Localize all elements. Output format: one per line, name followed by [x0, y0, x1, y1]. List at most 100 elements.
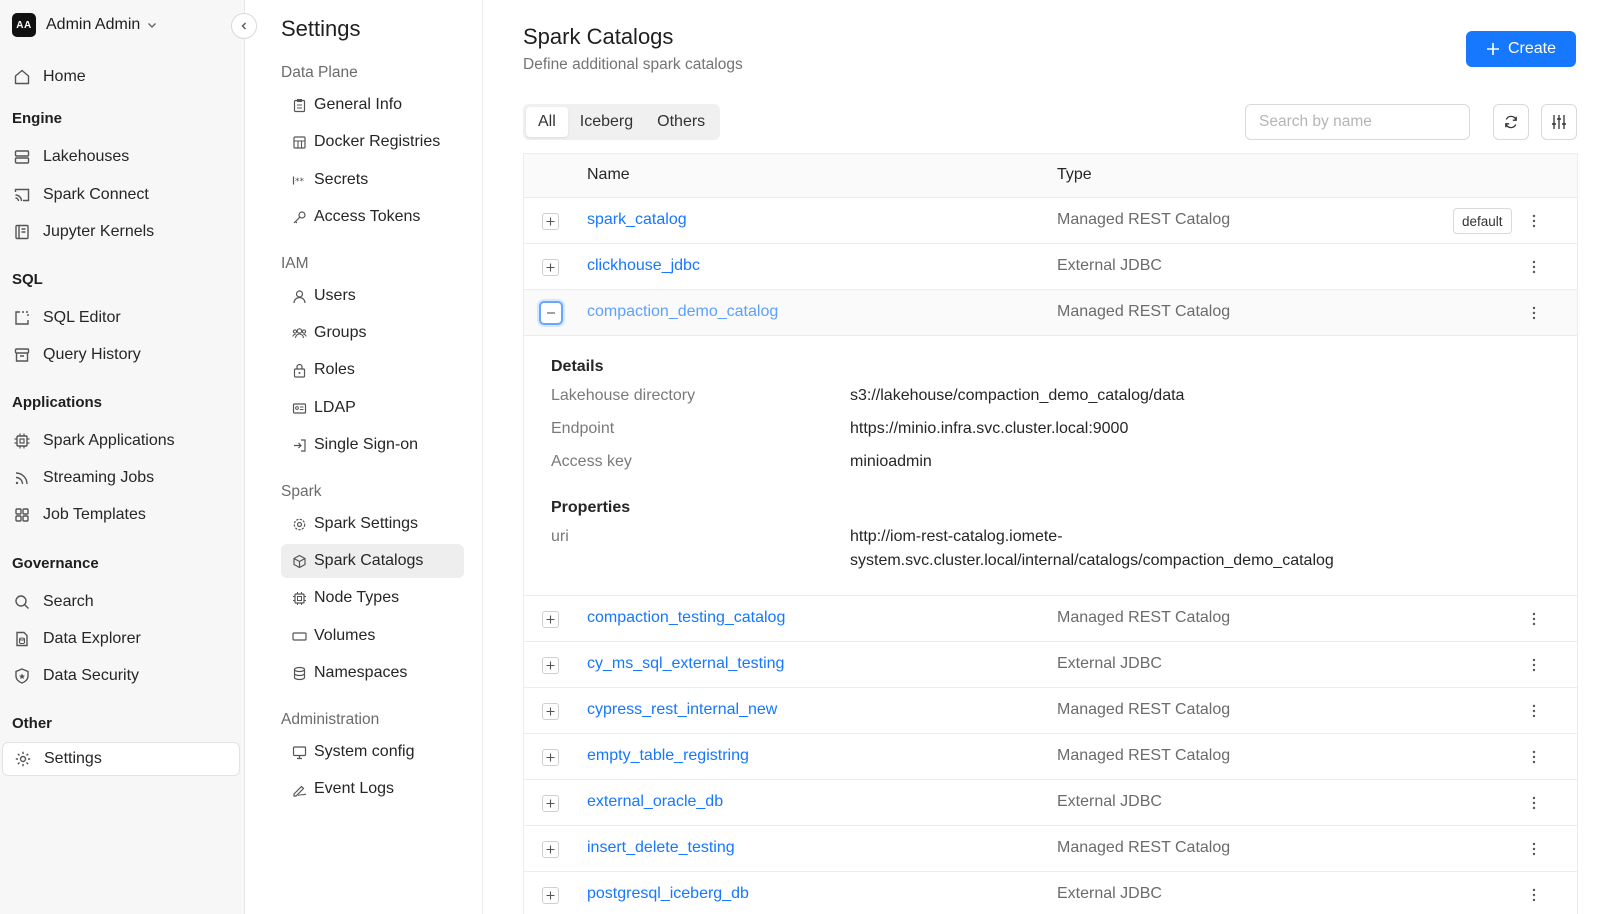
row-actions-button[interactable]	[1524, 210, 1544, 232]
catalog-name-link[interactable]: clickhouse_jdbc	[587, 257, 700, 275]
nav-section-governance: Governance	[12, 555, 99, 572]
chevron-down-icon	[146, 19, 158, 31]
nav-streaming-jobs[interactable]: Streaming Jobs	[0, 461, 240, 495]
refresh-button[interactable]	[1493, 104, 1529, 140]
nav-section-engine: Engine	[12, 110, 63, 127]
catalog-name-link[interactable]: compaction_testing_catalog	[587, 609, 785, 627]
nav-jupyter-kernels[interactable]: Jupyter Kernels	[0, 215, 240, 249]
nav-home-label: Home	[43, 68, 86, 85]
nav-query-history-label: Query History	[43, 346, 141, 363]
left-nav: AA Admin Admin Home Engine Lakehouses Sp…	[0, 0, 245, 914]
nav-query-history[interactable]: Query History	[0, 338, 240, 372]
registry-icon	[291, 134, 307, 150]
main-content: Spark Catalogs Define additional spark c…	[483, 0, 1600, 914]
catalog-name-link[interactable]: external_oracle_db	[587, 793, 723, 811]
nav-spark-connect[interactable]: Spark Connect	[0, 178, 240, 212]
more-vertical-icon	[1532, 306, 1536, 320]
user-menu[interactable]: AA Admin Admin	[12, 12, 158, 38]
collapse-sidebar-button[interactable]	[231, 13, 257, 39]
nav-sql-editor[interactable]: SQL Editor	[0, 301, 240, 335]
collapse-row-button[interactable]	[539, 301, 563, 325]
password-icon: **	[291, 172, 307, 188]
table-row: postgresql_iceberg_db External JDBC	[524, 872, 1577, 914]
catalog-name-link[interactable]: spark_catalog	[587, 211, 687, 229]
settings-panel: Settings Data Plane General Info Docker …	[245, 0, 483, 914]
nav-job-templates[interactable]: Job Templates	[0, 498, 240, 532]
create-button[interactable]: Create	[1466, 31, 1576, 67]
expand-row-button[interactable]	[542, 259, 559, 276]
row-actions-button[interactable]	[1524, 654, 1544, 676]
nav-home[interactable]: Home	[0, 60, 240, 94]
more-vertical-icon	[1532, 260, 1536, 274]
settings-item-docker-registries[interactable]: Docker Registries	[281, 125, 464, 159]
settings-item-ldap[interactable]: LDAP	[281, 391, 464, 425]
settings-item-groups[interactable]: Groups	[281, 316, 464, 350]
settings-item-users[interactable]: Users	[281, 279, 464, 313]
expand-row-button[interactable]	[542, 703, 559, 720]
catalog-name-link[interactable]: insert_delete_testing	[587, 839, 735, 857]
expand-row-button[interactable]	[542, 841, 559, 858]
table-row: external_oracle_db External JDBC	[524, 780, 1577, 826]
tab-all[interactable]: All	[526, 107, 568, 137]
catalog-details-panel: Details Lakehouse directory s3://lakehou…	[524, 336, 1577, 596]
nav-section-applications: Applications	[12, 394, 103, 411]
expand-row-button[interactable]	[542, 611, 559, 628]
settings-item-docker-registries-label: Docker Registries	[314, 133, 441, 150]
expand-row-button[interactable]	[542, 887, 559, 904]
row-actions-button[interactable]	[1524, 792, 1544, 814]
settings-item-roles[interactable]: Roles	[281, 353, 464, 387]
nav-search[interactable]: Search	[0, 585, 240, 619]
search-input[interactable]	[1245, 104, 1470, 140]
row-actions-button[interactable]	[1524, 608, 1544, 630]
row-actions-button[interactable]	[1524, 838, 1544, 860]
expand-row-button[interactable]	[542, 749, 559, 766]
settings-item-access-tokens[interactable]: Access Tokens	[281, 200, 464, 234]
settings-item-spark-settings-label: Spark Settings	[314, 515, 419, 532]
row-actions-button[interactable]	[1524, 256, 1544, 278]
catalog-name-link[interactable]: compaction_demo_catalog	[587, 303, 778, 321]
nav-lakehouses[interactable]: Lakehouses	[0, 140, 240, 174]
settings-item-system-config[interactable]: System config	[281, 735, 464, 769]
nav-settings[interactable]: Settings	[2, 742, 240, 776]
tab-others[interactable]: Others	[645, 107, 717, 137]
plus-icon	[546, 615, 555, 624]
table-row: cy_ms_sql_external_testing External JDBC	[524, 642, 1577, 688]
column-settings-button[interactable]	[1541, 104, 1577, 140]
catalog-name-link[interactable]: cypress_rest_internal_new	[587, 701, 777, 719]
row-actions-button[interactable]	[1524, 302, 1544, 324]
settings-item-spark-catalogs[interactable]: Spark Catalogs	[281, 544, 464, 578]
row-actions-button[interactable]	[1524, 700, 1544, 722]
table-row: compaction_testing_catalog Managed REST …	[524, 596, 1577, 642]
column-header-type[interactable]: Type	[1057, 166, 1092, 184]
settings-item-secrets-label: Secrets	[314, 171, 369, 188]
nav-spark-applications[interactable]: Spark Applications	[0, 424, 240, 458]
settings-item-node-types[interactable]: Node Types	[281, 581, 464, 615]
settings-item-volumes[interactable]: Volumes	[281, 619, 464, 653]
row-actions-button[interactable]	[1524, 884, 1544, 906]
settings-item-general-info[interactable]: General Info	[281, 88, 464, 122]
settings-item-spark-settings[interactable]: Spark Settings	[281, 507, 464, 541]
column-header-name[interactable]: Name	[587, 166, 630, 184]
nav-section-sql: SQL	[12, 271, 43, 288]
plus-icon	[1486, 42, 1500, 56]
catalog-type: External JDBC	[1057, 793, 1162, 810]
nav-data-security[interactable]: Data Security	[0, 659, 240, 693]
catalog-name-link[interactable]: postgresql_iceberg_db	[587, 885, 749, 903]
expand-row-button[interactable]	[542, 213, 559, 230]
tab-iceberg[interactable]: Iceberg	[568, 107, 645, 137]
row-actions-button[interactable]	[1524, 746, 1544, 768]
nav-data-explorer[interactable]: Data Explorer	[0, 622, 240, 656]
settings-item-single-sign-on-label: Single Sign-on	[314, 436, 419, 453]
expand-row-button[interactable]	[542, 795, 559, 812]
catalog-name-link[interactable]: empty_table_registring	[587, 747, 749, 765]
settings-item-event-logs[interactable]: Event Logs	[281, 772, 464, 806]
catalog-name-link[interactable]: cy_ms_sql_external_testing	[587, 655, 784, 673]
expand-row-button[interactable]	[542, 657, 559, 674]
details-heading: Details	[551, 358, 604, 375]
settings-item-single-sign-on[interactable]: Single Sign-on	[281, 428, 464, 462]
settings-item-namespaces[interactable]: Namespaces	[281, 656, 464, 690]
chip-icon	[12, 431, 32, 451]
settings-item-secrets[interactable]: ** Secrets	[281, 163, 464, 197]
settings-item-spark-catalogs-label: Spark Catalogs	[314, 552, 424, 569]
settings-item-volumes-label: Volumes	[314, 627, 376, 644]
